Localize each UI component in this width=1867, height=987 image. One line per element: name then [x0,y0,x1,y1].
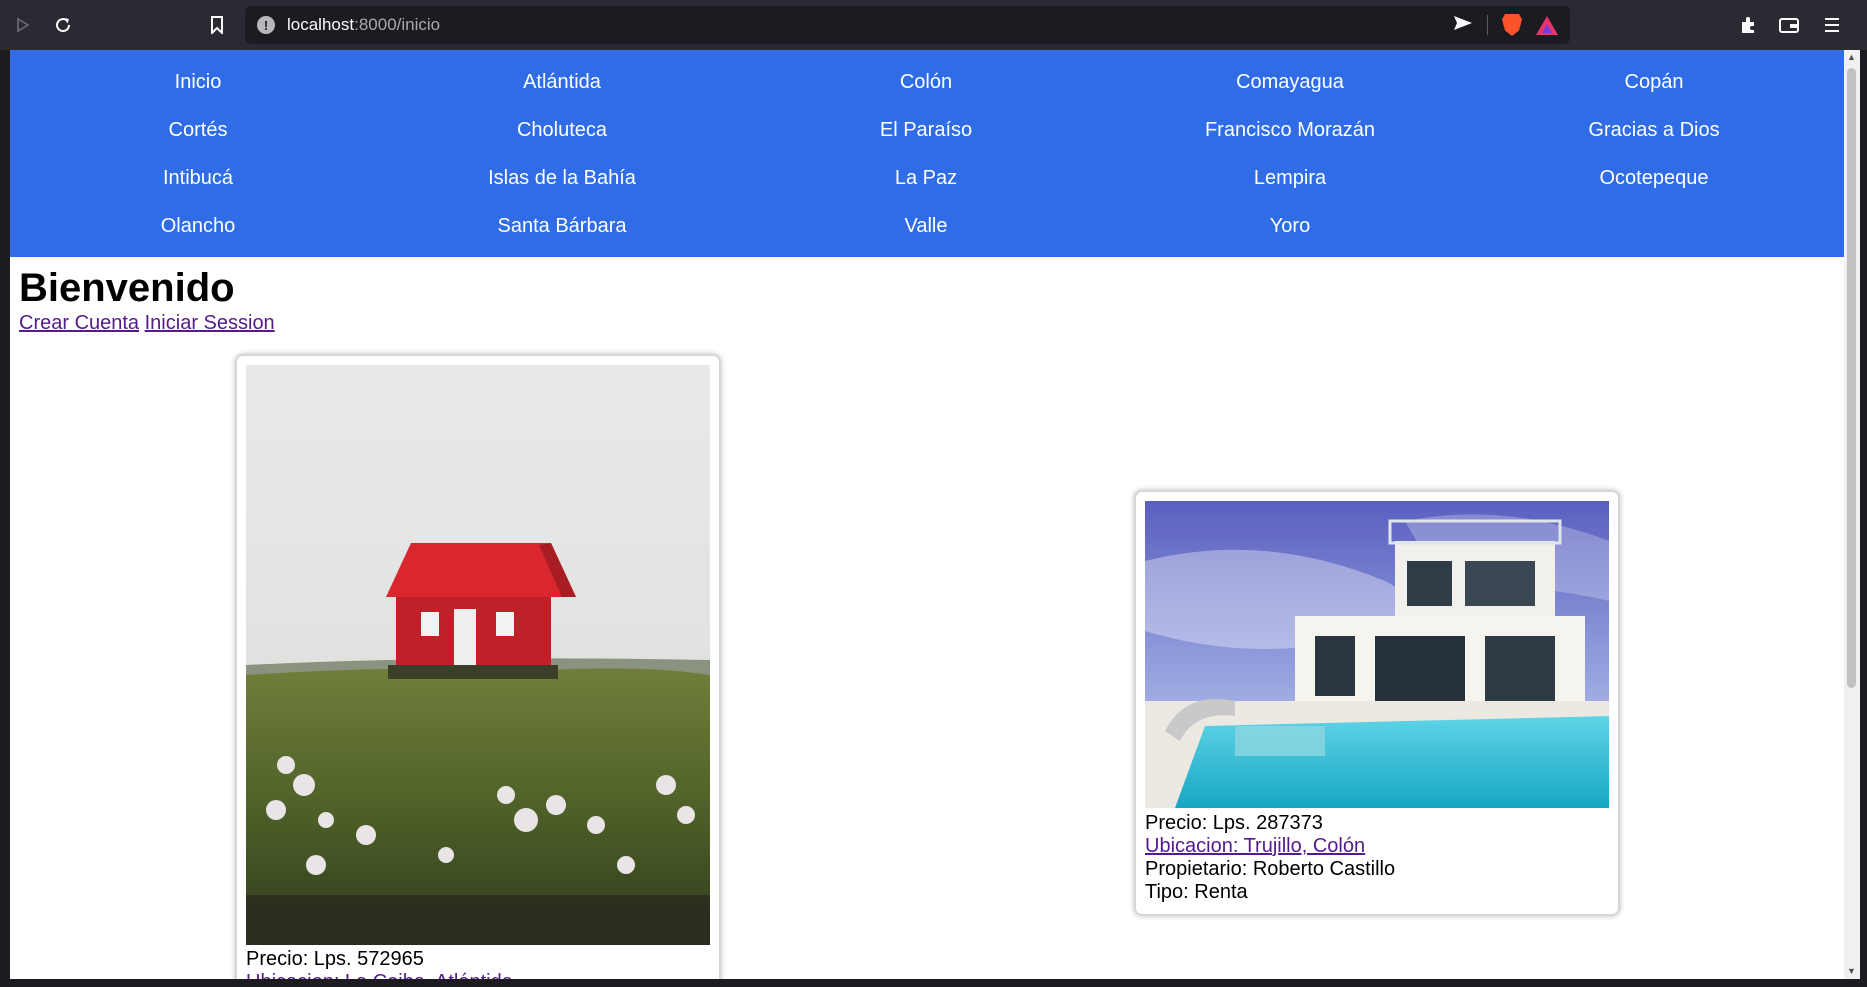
nav-item-comayagua[interactable]: Comayagua [1108,58,1472,106]
nav-item-islas-de-la-bahia[interactable]: Islas de la Bahía [380,154,744,202]
bookmark-icon[interactable] [202,10,232,40]
page-scrollbar[interactable]: ▲ ▼ [1844,50,1860,979]
listing-info: Precio: Lps. 287373 Ubicacion: Trujillo,… [1145,812,1395,904]
listing-card: Precio: Lps. 287373 Ubicacion: Trujillo,… [1134,490,1620,916]
nav-item-colon[interactable]: Colón [744,58,1108,106]
url-separator [1487,15,1488,35]
create-account-link[interactable]: Crear Cuenta [19,312,139,334]
browser-toolbar: ! localhost:8000/inicio [0,0,1867,50]
site-info-icon[interactable]: ! [257,16,275,34]
brave-shields-icon[interactable] [1502,14,1522,36]
listing-location-link[interactable]: Ubicacion: Trujillo, Colón [1145,835,1395,858]
nav-item-lempira[interactable]: Lempira [1108,154,1472,202]
nav-item-olancho[interactable]: Olancho [16,202,380,250]
play-icon[interactable] [8,10,38,40]
url-host: localhost [287,15,355,34]
nav-item-cortes[interactable]: Cortés [16,106,380,154]
scroll-down-arrow-icon[interactable]: ▼ [1847,966,1856,976]
address-bar[interactable]: ! localhost:8000/inicio [245,6,1570,44]
listing-owner: Propietario: Roberto Castillo [1145,858,1396,880]
listing-photo-modern-house [1145,501,1609,808]
nav-item-inicio[interactable]: Inicio [16,58,380,106]
departments-nav: Inicio Atlántida Colón Comayagua Copán C… [10,50,1844,257]
listing-photo-red-house [246,365,710,945]
send-icon[interactable] [1453,15,1473,36]
nav-item-yoro[interactable]: Yoro [1108,202,1472,250]
listing-location-link[interactable]: Ubicacion: La Ceiba, Atlántida [246,971,513,979]
nav-item-la-paz[interactable]: La Paz [744,154,1108,202]
nav-item-ocotepeque[interactable]: Ocotepeque [1472,154,1836,202]
nav-item-santa-barbara[interactable]: Santa Bárbara [380,202,744,250]
nav-item-el-paraiso[interactable]: El Paraíso [744,106,1108,154]
menu-icon[interactable] [1817,10,1847,40]
nav-item-intibuca[interactable]: Intibucá [16,154,380,202]
listing-price: Precio: Lps. 287373 [1145,812,1323,834]
listing-card: Precio: Lps. 572965 Ubicacion: La Ceiba,… [235,354,721,979]
nav-item-francisco-morazan[interactable]: Francisco Morazán [1108,106,1472,154]
nav-item-gracias-a-dios[interactable]: Gracias a Dios [1472,106,1836,154]
wallet-icon[interactable] [1774,10,1804,40]
url-path: :8000/inicio [354,15,441,34]
page-viewport: Inicio Atlántida Colón Comayagua Copán C… [10,50,1844,979]
nav-item-valle[interactable]: Valle [744,202,1108,250]
auth-links: Crear Cuenta Iniciar Session [19,312,275,335]
scroll-up-arrow-icon[interactable]: ▲ [1847,52,1856,62]
listing-info: Precio: Lps. 572965 Ubicacion: La Ceiba,… [246,948,513,979]
listing-type: Tipo: Renta [1145,881,1248,903]
brave-rewards-icon[interactable] [1536,15,1558,35]
reload-icon[interactable] [48,10,78,40]
extensions-icon[interactable] [1733,10,1763,40]
url-text[interactable]: localhost:8000/inicio [287,15,440,35]
nav-item-copan[interactable]: Copán [1472,58,1836,106]
scrollbar-thumb[interactable] [1847,68,1856,688]
nav-item-atlantida[interactable]: Atlántida [380,58,744,106]
nav-item-choluteca[interactable]: Choluteca [380,106,744,154]
listing-price: Precio: Lps. 572965 [246,948,424,970]
page-title: Bienvenido [19,266,235,310]
login-link[interactable]: Iniciar Session [145,312,275,334]
